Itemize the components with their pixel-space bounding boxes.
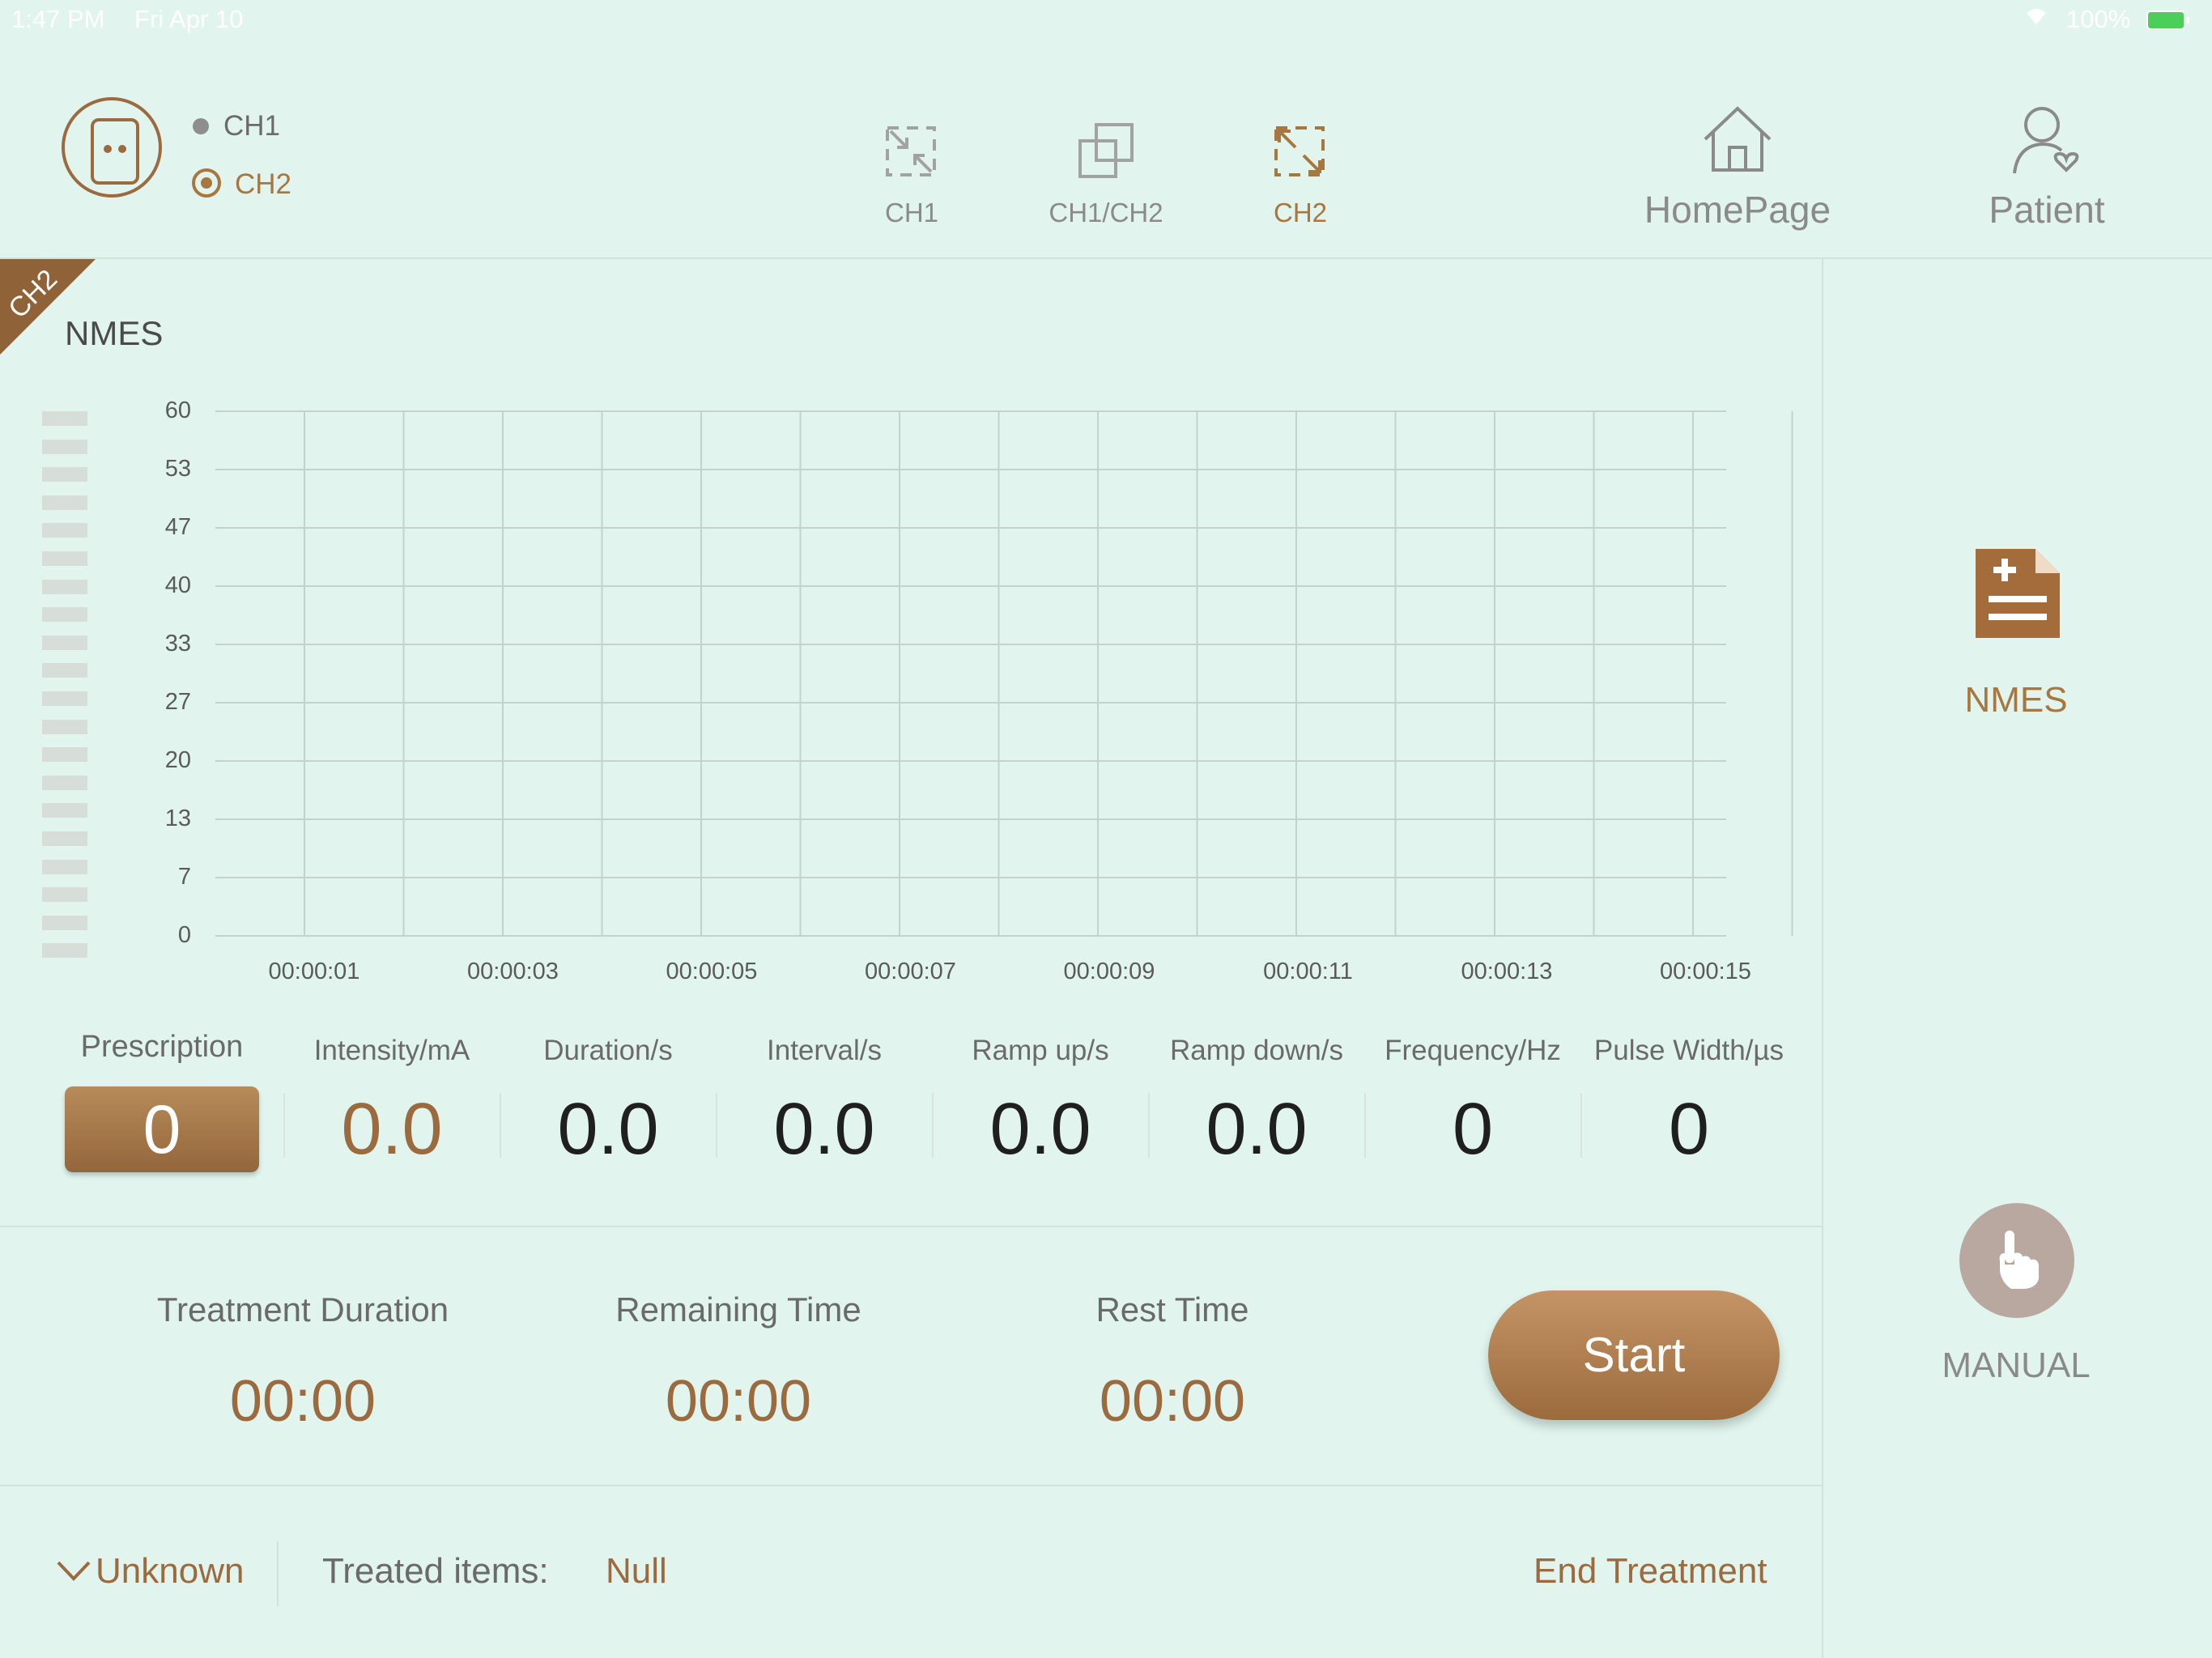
end-treatment-button[interactable]: End Treatment	[1534, 1551, 1767, 1592]
prescription-button[interactable]: 0	[65, 1086, 259, 1172]
y-tick-label: 33	[164, 631, 191, 657]
y-tick-label: 47	[164, 514, 191, 540]
x-tick-label: 00:00:15	[1660, 959, 1751, 984]
y-tick-label: 40	[164, 572, 191, 598]
treated-items-label: Treated items:	[322, 1551, 549, 1591]
prescription-document-icon[interactable]	[1971, 544, 2065, 647]
y-tick-label: 7	[177, 864, 191, 890]
wifi-icon	[2024, 5, 2048, 34]
param-label: Duration/s	[543, 1035, 673, 1066]
x-tick-label: 00:00:11	[1263, 959, 1353, 984]
patient-icon[interactable]	[2010, 104, 2082, 181]
param-separator	[283, 1093, 285, 1158]
param-value[interactable]: 0	[1368, 1088, 1578, 1171]
battery-icon	[2146, 8, 2191, 35]
x-tick-label: 00:00:01	[268, 959, 360, 984]
time-value: 00:00	[1099, 1369, 1246, 1434]
param-label: Ramp down/s	[1170, 1035, 1343, 1066]
prescription-label: Prescription	[80, 1030, 244, 1064]
battery-percent: 100%	[2066, 5, 2131, 33]
x-tick-label: 00:00:09	[1063, 959, 1155, 984]
param-separator	[932, 1093, 934, 1158]
param-value[interactable]: 0.0	[1151, 1088, 1362, 1171]
manual-label: MANUAL	[1942, 1346, 2091, 1385]
params-divider	[0, 1226, 1822, 1227]
hand-pointer-icon	[1993, 1229, 2042, 1295]
param-separator	[1580, 1093, 1582, 1158]
param-value[interactable]: 0	[1584, 1088, 1794, 1171]
condition-dropdown[interactable]: Unknown	[96, 1551, 244, 1592]
y-tick-label: 13	[164, 806, 191, 831]
time-value: 00:00	[665, 1369, 812, 1434]
param-value[interactable]: 0.0	[287, 1088, 497, 1171]
y-tick-label: 20	[164, 747, 191, 773]
y-tick-label: 27	[164, 689, 191, 715]
nav-patient-label[interactable]: Patient	[1917, 188, 2176, 232]
start-button[interactable]: Start	[1488, 1290, 1780, 1420]
times-divider	[0, 1485, 1822, 1486]
param-label: Pulse Width/µs	[1593, 1035, 1784, 1066]
sidebar-nmes-label[interactable]: NMES	[1895, 680, 2138, 721]
param-label: Interval/s	[767, 1035, 882, 1066]
y-tick-label: 60	[164, 397, 191, 423]
footer-separator	[277, 1541, 279, 1606]
time-label: Remaining Time	[615, 1290, 861, 1329]
chevron-down-icon[interactable]	[55, 1558, 92, 1586]
param-value[interactable]: 0.0	[935, 1088, 1146, 1171]
x-tick-label: 00:00:03	[467, 959, 559, 984]
param-label: Frequency/Hz	[1385, 1035, 1561, 1066]
time-label: Treatment Duration	[156, 1290, 449, 1329]
param-separator	[1148, 1093, 1150, 1158]
param-separator	[716, 1093, 717, 1158]
treated-items-value: Null	[606, 1551, 667, 1591]
y-tick-label: 53	[164, 456, 191, 482]
y-tick-label: 0	[177, 922, 191, 948]
x-tick-label: 00:00:13	[1461, 959, 1553, 984]
x-tick-label: 00:00:07	[865, 959, 956, 984]
param-separator	[500, 1093, 501, 1158]
param-label: Ramp up/s	[972, 1035, 1109, 1066]
time-value: 00:00	[229, 1369, 376, 1434]
sidebar-divider	[1822, 259, 1823, 1658]
param-value[interactable]: 0.0	[719, 1088, 929, 1171]
param-separator	[1364, 1093, 1366, 1158]
param-value[interactable]: 0.0	[503, 1088, 713, 1171]
time-label: Rest Time	[1095, 1290, 1249, 1329]
param-label: Intensity/mA	[313, 1035, 470, 1066]
x-tick-label: 00:00:05	[666, 959, 758, 984]
